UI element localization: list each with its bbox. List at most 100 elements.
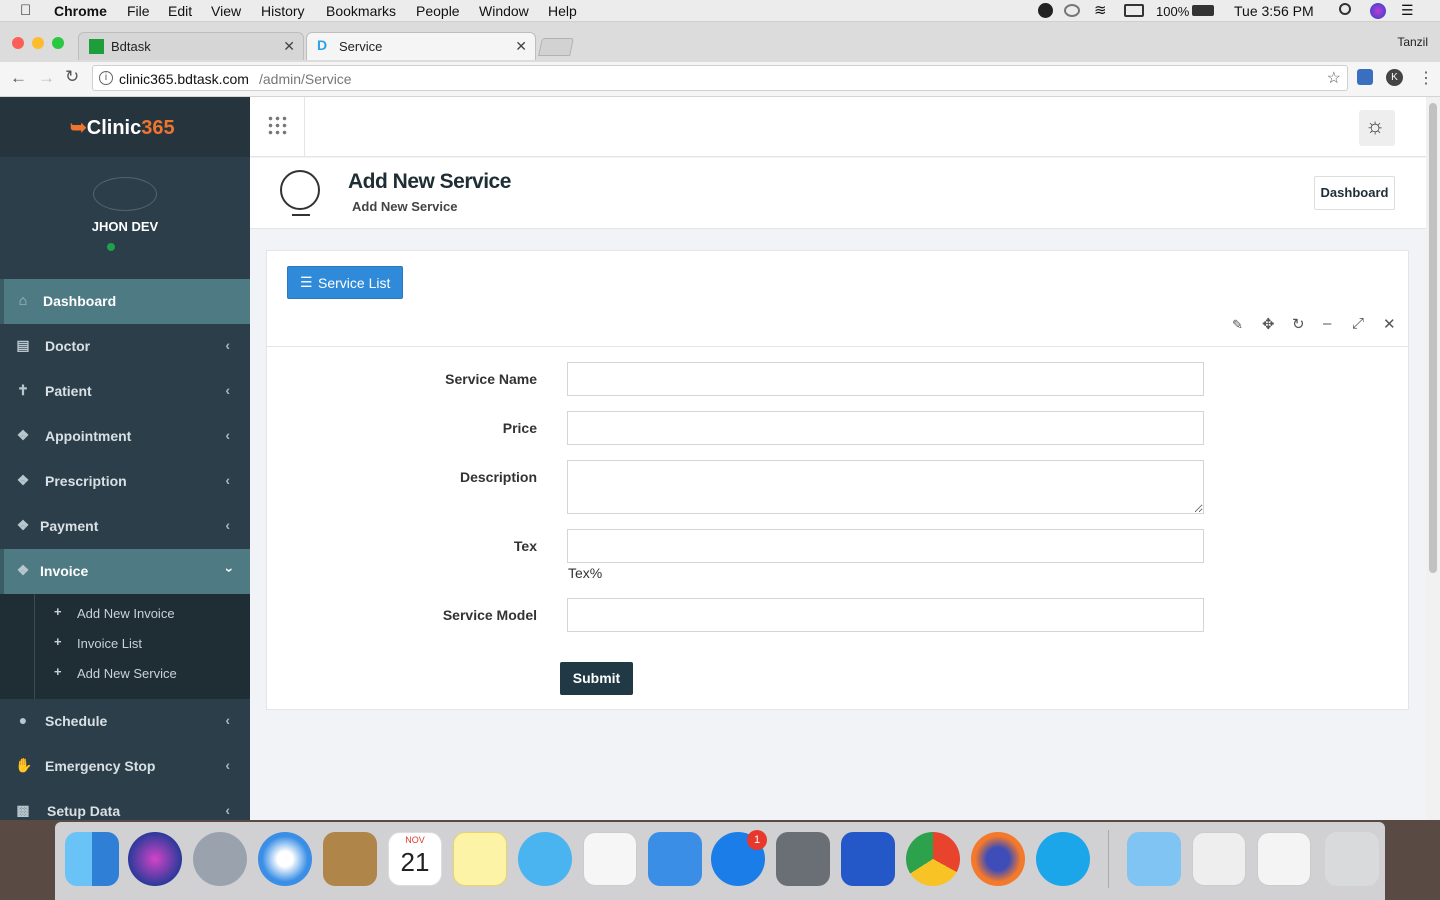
documents-stack-icon[interactable] bbox=[1192, 832, 1246, 886]
sidebar-subitem-add-new-invoice[interactable]: + Add New Invoice bbox=[0, 599, 250, 629]
panel-divider bbox=[267, 346, 1408, 347]
close-icon[interactable]: ✕ bbox=[1383, 315, 1396, 333]
menu-view[interactable]: View bbox=[211, 3, 241, 19]
keynote-icon[interactable] bbox=[648, 832, 702, 886]
firefox-icon[interactable] bbox=[971, 832, 1025, 886]
sidebar-item-prescription[interactable]: ❖ Prescription ‹ bbox=[0, 459, 250, 504]
launchpad-icon[interactable] bbox=[193, 832, 247, 886]
sidebar-item-dashboard[interactable]: ⌂ Dashboard bbox=[0, 279, 250, 324]
system-preferences-icon[interactable] bbox=[776, 832, 830, 886]
back-arrow-icon[interactable]: ← bbox=[10, 68, 27, 88]
extension-icon[interactable] bbox=[1357, 69, 1373, 85]
menubar-clock[interactable]: Tue 3:56 PM bbox=[1234, 3, 1314, 19]
globe-stand bbox=[292, 214, 310, 216]
pages-icon[interactable] bbox=[583, 832, 637, 886]
clinic365-logo[interactable]: ➥Clinic365 bbox=[70, 115, 175, 140]
tex-input[interactable] bbox=[567, 529, 1204, 563]
service-list-label: Service List bbox=[318, 275, 391, 291]
menu-edit[interactable]: Edit bbox=[168, 3, 192, 19]
siri-icon[interactable] bbox=[1370, 3, 1386, 19]
sidebar-item-invoice[interactable]: ❖ Invoice ‹ bbox=[0, 549, 250, 594]
messages-icon[interactable] bbox=[518, 832, 572, 886]
profile-name[interactable]: Tanzil bbox=[1397, 35, 1428, 49]
settings-button[interactable]: ☼ bbox=[1359, 110, 1395, 146]
tab-service[interactable]: D Service ✕ bbox=[306, 32, 536, 60]
breadcrumb-dashboard[interactable]: Dashboard bbox=[1314, 176, 1395, 210]
sidebar-item-payment[interactable]: ❖ Payment ‹ bbox=[0, 504, 250, 549]
notes-icon[interactable] bbox=[453, 832, 507, 886]
sidebar-item-label: Appointment bbox=[45, 428, 132, 444]
tab-close-icon[interactable]: ✕ bbox=[283, 38, 295, 55]
move-icon[interactable]: ✥ bbox=[1262, 315, 1275, 333]
chevron-left-icon: ‹ bbox=[225, 337, 230, 353]
safari-icon[interactable] bbox=[258, 832, 312, 886]
menu-bookmarks[interactable]: Bookmarks bbox=[326, 3, 396, 19]
siri-icon[interactable] bbox=[128, 832, 182, 886]
applications-folder-icon[interactable] bbox=[1127, 832, 1181, 886]
word-icon[interactable] bbox=[841, 832, 895, 886]
spotlight-search-icon[interactable] bbox=[1339, 3, 1351, 15]
sidebar-item-label: Emergency Stop bbox=[45, 758, 156, 774]
sidebar-item-patient[interactable]: ✝ Patient ‹ bbox=[0, 369, 250, 414]
sidebar-item-doctor[interactable]: ▤ Doctor ‹ bbox=[0, 324, 250, 369]
chrome-menu-icon[interactable]: ⋮ bbox=[1418, 68, 1434, 88]
skype-status-icon[interactable] bbox=[1038, 3, 1053, 18]
calendar-icon[interactable]: NOV 21 bbox=[388, 832, 442, 886]
tab-bdtask[interactable]: Bdtask ✕ bbox=[78, 32, 304, 60]
trash-icon[interactable] bbox=[1325, 832, 1379, 886]
service-name-input[interactable] bbox=[567, 362, 1204, 396]
new-tab-button[interactable] bbox=[538, 38, 574, 56]
apple-icon[interactable]:  bbox=[20, 2, 31, 19]
forward-arrow-icon[interactable]: → bbox=[38, 68, 55, 88]
address-bar[interactable]: i clinic365.bdtask.com /admin/Service ☆ bbox=[92, 65, 1348, 91]
contacts-icon[interactable] bbox=[323, 832, 377, 886]
window-minimize-button[interactable] bbox=[32, 37, 44, 49]
menu-help[interactable]: Help bbox=[548, 3, 577, 19]
skype-icon[interactable] bbox=[1036, 832, 1090, 886]
app-store-icon[interactable]: 1 bbox=[711, 830, 767, 886]
sidebar-item-label: Schedule bbox=[45, 713, 108, 729]
chrome-icon[interactable] bbox=[906, 832, 960, 886]
sidebar-item-emergency-stop[interactable]: ✋ Emergency Stop ‹ bbox=[0, 744, 250, 789]
sidebar-item-appointment[interactable]: ❖ Appointment ‹ bbox=[0, 414, 250, 459]
pencil-icon[interactable]: ✎ bbox=[1232, 317, 1243, 333]
price-label: Price bbox=[502, 420, 537, 436]
window-close-button[interactable] bbox=[12, 37, 24, 49]
airplay-icon[interactable] bbox=[1124, 4, 1144, 17]
menu-file[interactable]: File bbox=[127, 3, 150, 19]
page-scrollbar[interactable] bbox=[1426, 97, 1440, 820]
sidebar-subitem-invoice-list[interactable]: + Invoice List bbox=[0, 629, 250, 659]
wifi-icon[interactable]: ≋ bbox=[1094, 1, 1107, 19]
sidebar-subitem-add-new-service[interactable]: + Add New Service bbox=[0, 659, 250, 689]
battery-percent: 100% bbox=[1156, 4, 1190, 19]
bookmark-star-icon[interactable]: ☆ bbox=[1327, 68, 1341, 88]
price-input[interactable] bbox=[567, 411, 1204, 445]
sidebar-item-schedule[interactable]: ● Schedule ‹ bbox=[0, 699, 250, 744]
battery-icon[interactable] bbox=[1192, 5, 1214, 16]
page-title: Add New Service bbox=[348, 170, 511, 193]
menu-history[interactable]: History bbox=[261, 3, 305, 19]
minimize-icon[interactable]: – bbox=[1323, 315, 1331, 332]
finder-icon[interactable] bbox=[65, 832, 119, 886]
refresh-icon[interactable]: ↻ bbox=[1292, 315, 1305, 333]
user-avatar[interactable] bbox=[93, 177, 157, 211]
service-model-input[interactable] bbox=[567, 598, 1204, 632]
tab-close-icon[interactable]: ✕ bbox=[515, 38, 527, 55]
menu-window[interactable]: Window bbox=[479, 3, 529, 19]
description-textarea[interactable] bbox=[567, 460, 1204, 514]
cloud-sync-icon[interactable] bbox=[1064, 4, 1080, 17]
scrollbar-thumb[interactable] bbox=[1429, 103, 1437, 573]
submit-button[interactable]: Submit bbox=[560, 662, 633, 695]
downloads-stack-icon[interactable] bbox=[1257, 832, 1311, 886]
profile-avatar-icon[interactable]: K bbox=[1386, 69, 1403, 86]
expand-icon[interactable]: ⤢ bbox=[1352, 315, 1364, 332]
service-list-button[interactable]: ☰ Service List bbox=[287, 266, 403, 299]
notification-center-icon[interactable]: ☰ bbox=[1401, 2, 1414, 19]
url-host: clinic365.bdtask.com bbox=[119, 71, 249, 87]
menu-people[interactable]: People bbox=[416, 3, 460, 19]
reload-icon[interactable]: ↻ bbox=[65, 67, 79, 87]
info-icon[interactable]: i bbox=[99, 71, 113, 85]
menu-app-name[interactable]: Chrome bbox=[54, 3, 107, 19]
window-zoom-button[interactable] bbox=[52, 37, 64, 49]
apps-grid-button[interactable] bbox=[250, 97, 305, 157]
